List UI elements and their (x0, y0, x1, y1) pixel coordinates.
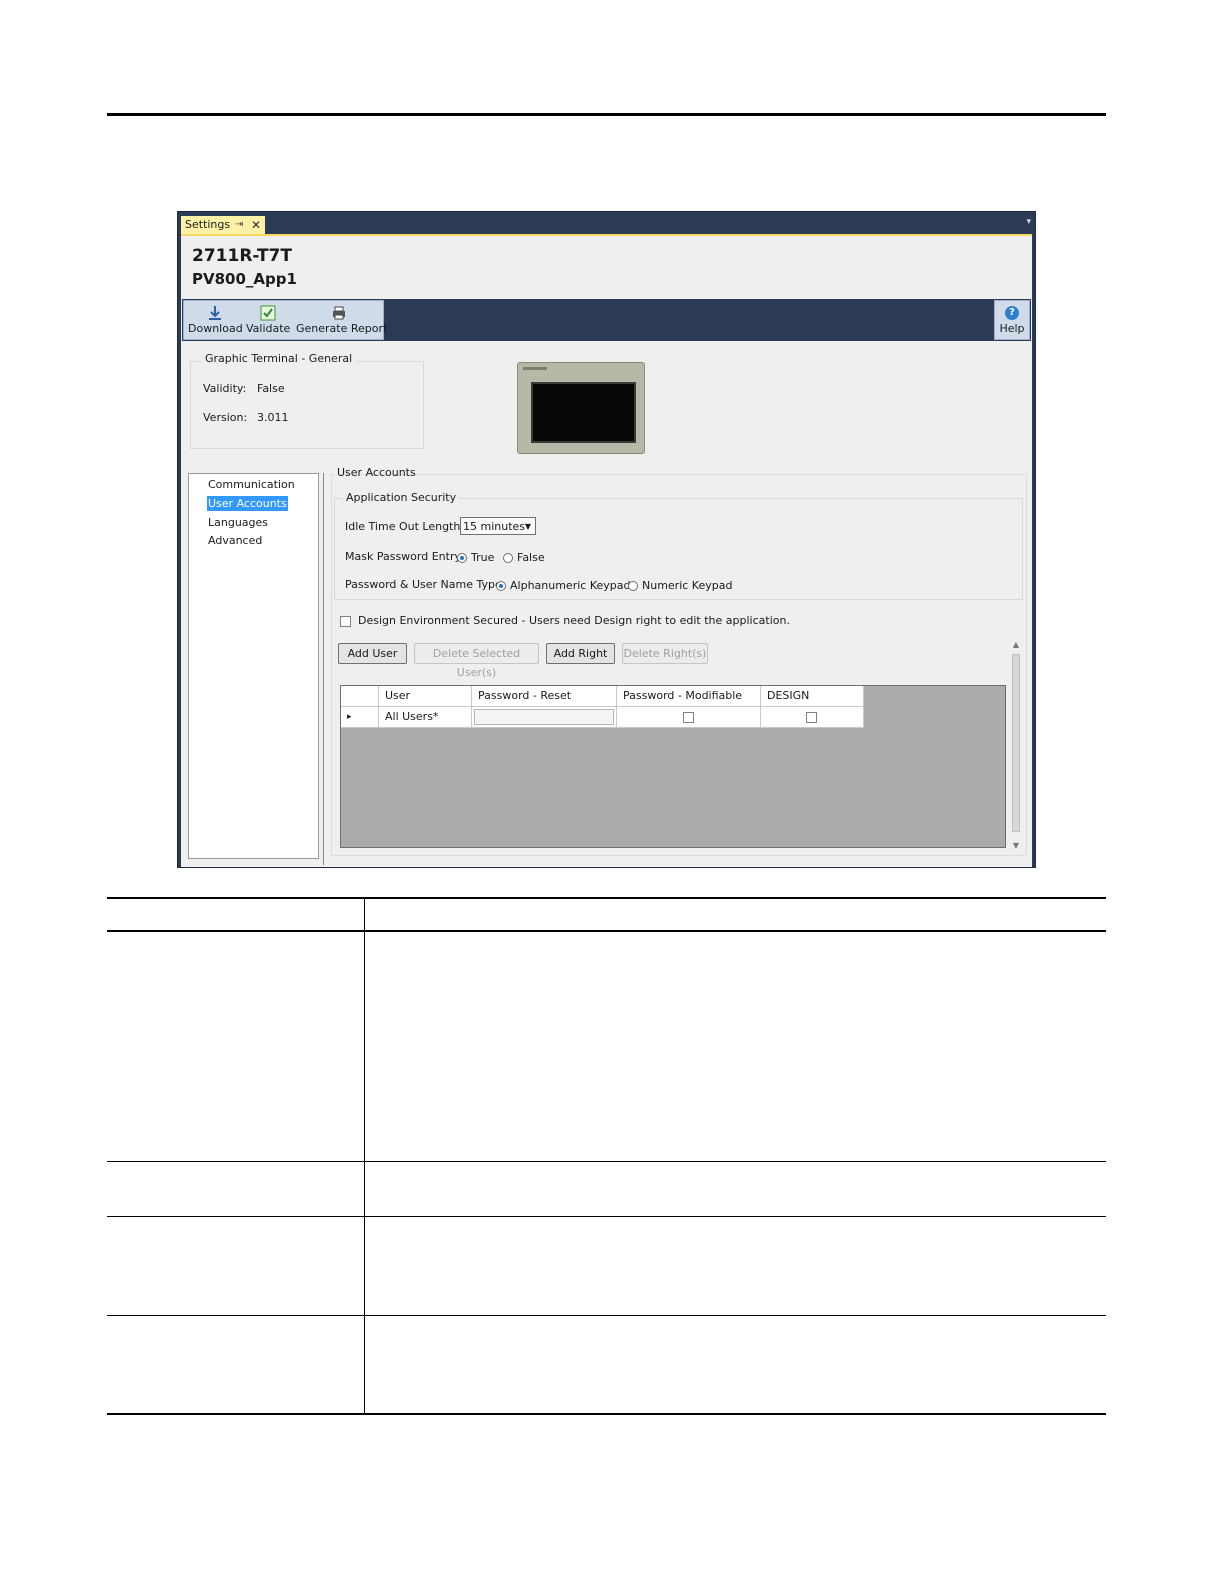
delete-selected-users-button[interactable]: Delete Selected User(s) (414, 643, 539, 679)
scroll-down-arrow-icon[interactable]: ▼ (1010, 841, 1022, 850)
password-modifiable-checkbox[interactable] (683, 712, 694, 723)
device-screen (531, 382, 636, 443)
settings-document: 2711R-T7T PV800_App1 Download Validate G… (181, 234, 1032, 867)
settings-window: Settings ⇥ ✕ ▾ 2711R-T7T PV800_App1 Down… (177, 211, 1036, 868)
validity-label: Validity: (203, 382, 247, 395)
generate-report-button[interactable]: Generate Report (296, 301, 388, 339)
download-label: Download (188, 322, 243, 335)
device-bezel (517, 362, 645, 454)
table-header-rule (107, 930, 1106, 932)
mask-false-label: False (517, 551, 545, 564)
general-info-title: Graphic Terminal - General (201, 352, 357, 365)
design-right-checkbox[interactable] (806, 712, 817, 723)
password-reset-field[interactable] (474, 709, 614, 725)
table-row-rule-1 (107, 1161, 1106, 1162)
version-row: Version: 3.011 (203, 411, 289, 424)
validity-value: False (257, 382, 285, 395)
numeric-keypad-radio[interactable] (628, 581, 638, 591)
nav-item-user-accounts[interactable]: User Accounts (207, 496, 288, 511)
mask-true-radio[interactable] (457, 553, 467, 563)
mask-false-radio[interactable] (503, 553, 513, 563)
grid-cell-user[interactable]: All Users* (379, 707, 472, 728)
scroll-thumb[interactable] (1012, 654, 1020, 832)
idle-timeout-value: 15 minutes (463, 520, 526, 533)
help-button[interactable]: ? Help (994, 300, 1030, 340)
help-icon: ? (1005, 306, 1019, 320)
document-tab-strip: Settings ⇥ ✕ ▾ (178, 212, 1035, 234)
grid-header-design[interactable]: DESIGN (761, 686, 864, 707)
alphanumeric-keypad-radio[interactable] (496, 581, 506, 591)
row-indicator-icon[interactable]: ▸ (341, 707, 379, 728)
toolbar: Download Validate Generate Report ? Help (182, 299, 1031, 341)
user-rights-grid: User Password - Reset Password - Modifia… (340, 685, 1006, 848)
idle-timeout-select[interactable]: 15 minutes ▼ (460, 517, 536, 535)
table-bottom-rule (107, 1413, 1106, 1415)
validity-row: Validity: False (203, 382, 285, 395)
chevron-down-icon: ▼ (524, 522, 531, 531)
terminal-device-image (517, 362, 645, 454)
grid-cell-password-reset[interactable] (472, 707, 617, 728)
application-security-title: Application Security (343, 491, 460, 504)
tab-settings-label: Settings (185, 218, 231, 231)
panel-vertical-scrollbar[interactable]: ▲ ▼ (1010, 640, 1022, 850)
download-icon (188, 304, 242, 322)
general-info-group: Graphic Terminal - General Validity: Fal… (190, 352, 424, 449)
download-button[interactable]: Download (188, 301, 243, 339)
design-secured-checkbox[interactable] (340, 616, 351, 627)
user-accounts-title: User Accounts (337, 466, 416, 479)
grid-header-password-reset[interactable]: Password - Reset (472, 686, 617, 707)
numeric-keypad-label: Numeric Keypad (642, 579, 733, 592)
settings-nav-list: Communication User Accounts Languages Ad… (188, 473, 319, 859)
version-label: Version: (203, 411, 248, 424)
grid-cell-design (761, 707, 864, 728)
table-column-divider (364, 899, 365, 1414)
grid-header-password-modifiable[interactable]: Password - Modifiable (617, 686, 761, 707)
table-row-rule-2 (107, 1216, 1106, 1217)
design-secured-label: Design Environment Secured - Users need … (358, 614, 790, 627)
close-icon[interactable]: ✕ (251, 216, 261, 234)
validate-label: Validate (246, 322, 291, 335)
nav-item-communication[interactable]: Communication (207, 477, 296, 492)
validate-check-icon (246, 304, 290, 322)
printer-icon (296, 304, 382, 322)
toolbar-button-group: Download Validate Generate Report (183, 300, 388, 340)
add-user-button[interactable]: Add User (338, 643, 407, 664)
mask-password-label: Mask Password Entry: (345, 550, 464, 563)
table-top-rule (107, 897, 1106, 899)
generate-report-label: Generate Report (296, 322, 388, 335)
nav-item-languages[interactable]: Languages (207, 515, 269, 530)
grid-header-user[interactable]: User (379, 686, 472, 707)
application-name-title: PV800_App1 (192, 270, 297, 288)
tab-list-dropdown-icon[interactable]: ▾ (1026, 217, 1031, 227)
table-row-rule-3 (107, 1315, 1106, 1316)
tab-settings[interactable]: Settings ⇥ ✕ (181, 216, 265, 234)
alphanumeric-keypad-label: Alphanumeric Keypad (510, 579, 631, 592)
mask-true-label: True (471, 551, 495, 564)
help-label: Help (999, 322, 1025, 335)
page-top-rule (107, 113, 1106, 116)
scroll-up-arrow-icon[interactable]: ▲ (1010, 640, 1022, 649)
pin-icon[interactable]: ⇥ (235, 216, 243, 234)
add-right-button[interactable]: Add Right (546, 643, 615, 664)
panel-splitter[interactable] (323, 473, 324, 865)
delete-rights-button[interactable]: Delete Right(s) (622, 643, 708, 664)
idle-timeout-label: Idle Time Out Length : (345, 520, 468, 533)
device-logo (523, 367, 547, 370)
grid-cell-password-modifiable (617, 707, 761, 728)
validate-button[interactable]: Validate (246, 301, 290, 339)
grid-corner-header (341, 686, 379, 707)
terminal-model-title: 2711R-T7T (192, 246, 292, 266)
nav-item-advanced[interactable]: Advanced (207, 533, 263, 548)
version-value: 3.011 (257, 411, 289, 424)
credential-type-label: Password & User Name Type: (345, 578, 506, 591)
